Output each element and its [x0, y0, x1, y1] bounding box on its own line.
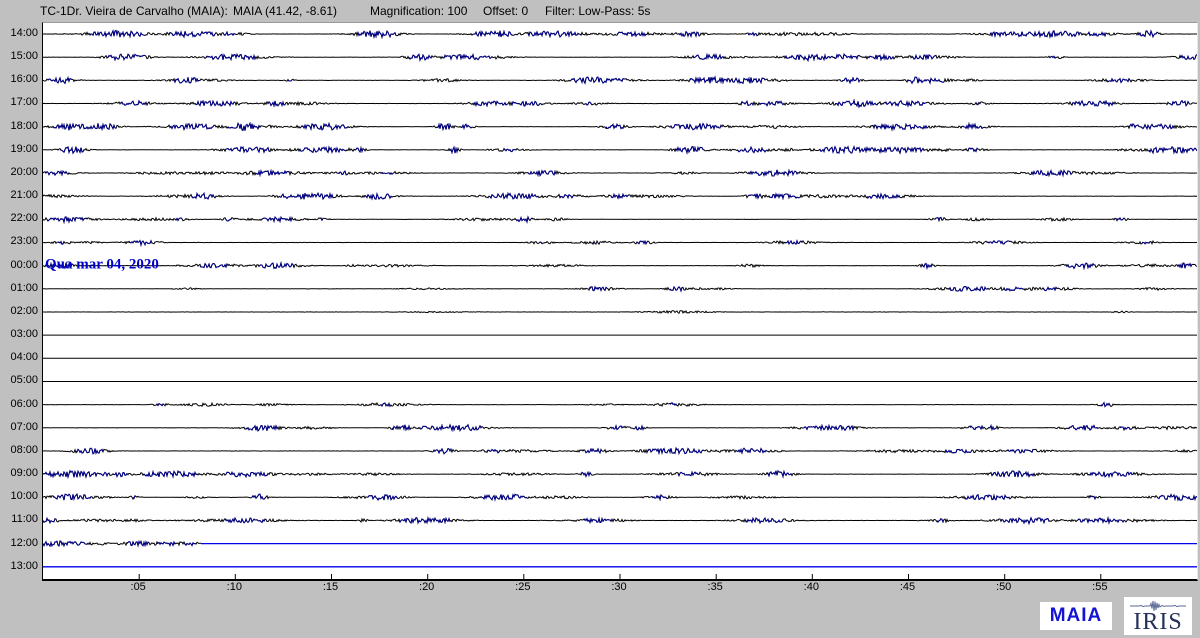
helicorder-plot-area[interactable]: Qua mar 04, 2020 — [42, 22, 1198, 581]
minute-tick-label: :15 — [323, 581, 338, 593]
time-label: 08:00 — [10, 444, 38, 456]
minute-tick-label: :30 — [611, 581, 626, 593]
minute-tick-label: :45 — [900, 581, 915, 593]
time-label: 06:00 — [10, 398, 38, 410]
time-label: 12:00 — [10, 537, 38, 549]
time-label: 21:00 — [10, 189, 38, 201]
minute-tick-label: :35 — [708, 581, 723, 593]
time-label: 01:00 — [10, 282, 38, 294]
station-title: TC-1Dr. Vieira de Carvalho (MAIA): — [40, 4, 228, 18]
time-label: 04:00 — [10, 351, 38, 363]
time-label: 05:00 — [10, 374, 38, 386]
time-label: 07:00 — [10, 421, 38, 433]
magnification-label: Magnification: 100 — [370, 4, 467, 18]
header-bar: TC-1Dr. Vieira de Carvalho (MAIA): MAIA … — [0, 0, 1200, 22]
time-label: 19:00 — [10, 143, 38, 155]
time-label: 00:00 — [10, 259, 38, 271]
minute-tick-label: :20 — [419, 581, 434, 593]
time-label: 22:00 — [10, 212, 38, 224]
filter-label: Filter: Low-Pass: 5s — [545, 4, 650, 18]
offset-label: Offset: 0 — [483, 4, 528, 18]
time-label: 20:00 — [10, 166, 38, 178]
time-label: 10:00 — [10, 490, 38, 502]
time-label: 14:00 — [10, 27, 38, 39]
time-label: 03:00 — [10, 328, 38, 340]
iris-logo: IRIS — [1124, 597, 1192, 635]
minute-tick-label: :40 — [804, 581, 819, 593]
minute-tick-label: :10 — [227, 581, 242, 593]
minute-tick-label: :55 — [1092, 581, 1107, 593]
seismogram-traces — [43, 23, 1197, 579]
maia-logo-text: MAIA — [1050, 605, 1103, 627]
time-label: 23:00 — [10, 235, 38, 247]
time-label: 17:00 — [10, 96, 38, 108]
time-label: 16:00 — [10, 73, 38, 85]
time-label: 02:00 — [10, 305, 38, 317]
time-axis-labels: 14:00 15:00 16:00 17:00 18:00 19:00 20:00 21:00… — [0, 0, 40, 638]
station-coordinates: MAIA (41.42, -8.61) — [233, 4, 337, 18]
maia-logo: MAIA — [1040, 602, 1112, 630]
time-label: 09:00 — [10, 467, 38, 479]
time-label: 11:00 — [11, 513, 38, 525]
minute-tick-label: :50 — [996, 581, 1011, 593]
iris-logo-text: IRIS — [1133, 610, 1182, 634]
time-label: 13:00 — [10, 560, 38, 572]
time-label: 18:00 — [10, 120, 38, 132]
seismograph-app-window: TC-1Dr. Vieira de Carvalho (MAIA): MAIA … — [0, 0, 1200, 638]
minute-tick-label: :05 — [131, 581, 146, 593]
time-label: 15:00 — [10, 50, 38, 62]
minute-tick-label: :25 — [515, 581, 530, 593]
